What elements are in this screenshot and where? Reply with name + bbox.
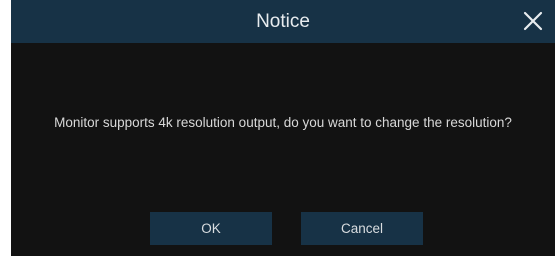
ok-button[interactable]: OK — [150, 212, 272, 245]
close-icon[interactable] — [521, 9, 545, 33]
dialog-titlebar: Notice — [11, 0, 555, 43]
notice-dialog: Notice Monitor supports 4k resolution ou… — [11, 0, 555, 256]
dialog-message: Monitor supports 4k resolution output, d… — [54, 115, 512, 130]
dialog-title: Notice — [256, 11, 310, 32]
cancel-button[interactable]: Cancel — [301, 212, 423, 245]
